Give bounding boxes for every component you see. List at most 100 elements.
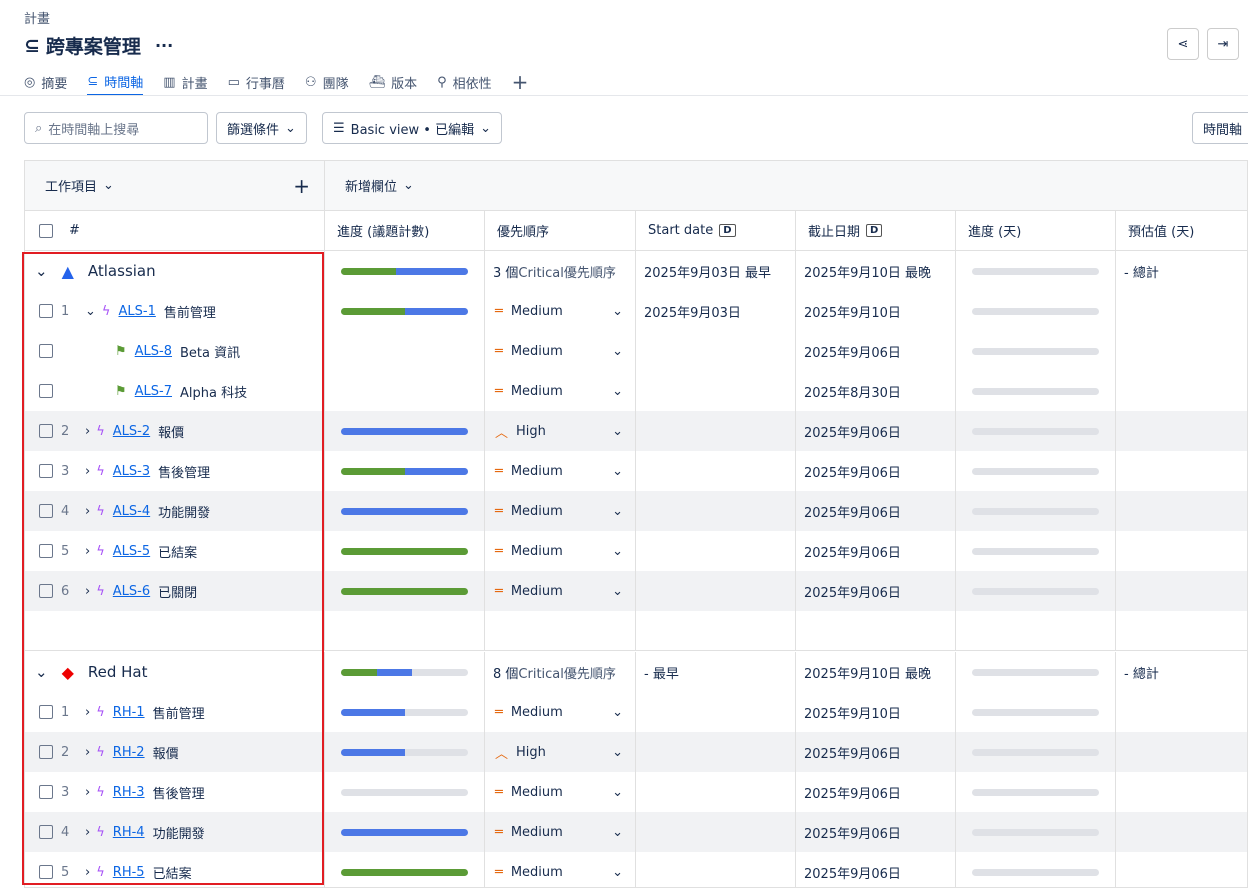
breadcrumb[interactable]: 計畫 — [24, 8, 50, 27]
chevron-down-icon: ⌄ — [480, 120, 491, 136]
tab-label: 相依性 — [452, 76, 492, 92]
priority-label: Medium — [510, 303, 563, 319]
tab-6[interactable]: ⚲ 相依性 — [437, 68, 492, 96]
progress-bar — [341, 868, 468, 876]
priority-select[interactable]: ═ Medium ⌄ — [485, 451, 636, 491]
priority-select[interactable]: ═ Medium ⌄ — [485, 852, 636, 887]
chevron-down-icon[interactable]: ⌄ — [612, 705, 623, 720]
chevron-down-icon[interactable]: ⌄ — [612, 825, 623, 840]
tab-label: 計畫 — [181, 76, 208, 92]
progress-bar — [341, 467, 468, 475]
priority-select[interactable]: ═ Medium ⌄ — [485, 571, 636, 611]
due-date: 2025年9月06日 — [804, 505, 901, 521]
timeline-button[interactable]: 時間軸 — [1192, 112, 1248, 144]
chevron-down-icon[interactable]: ⌄ — [612, 865, 623, 880]
days-progress-bar — [972, 788, 1099, 796]
search-input[interactable]: ⌕ 在時間軸上搜尋 — [24, 112, 208, 144]
priority-select[interactable]: ═ Medium ⌄ — [485, 812, 636, 852]
column-header[interactable]: 優先順序 — [485, 211, 636, 250]
chevron-down-icon[interactable]: ⌄ — [612, 745, 623, 760]
column-label: 預估值 (天) — [1128, 225, 1195, 240]
page-title: ⊆ 跨專案管理 ··· — [24, 32, 173, 59]
priority-select[interactable]: ═ Medium ⌄ — [485, 491, 636, 531]
column-header[interactable]: Start date D — [636, 211, 796, 250]
feedback-button[interactable]: ⇥ — [1207, 28, 1239, 60]
chevron-down-icon[interactable]: ⌄ — [612, 584, 623, 599]
tab-label: 版本 — [391, 76, 418, 92]
priority-medium-icon: ═ — [495, 543, 503, 559]
team-icon: ⚇ — [304, 74, 317, 90]
priority-select[interactable]: ═ Medium ⌄ — [485, 331, 636, 371]
share-button[interactable]: ⋖ — [1167, 28, 1199, 60]
chevron-down-icon: ⌄ — [285, 120, 296, 136]
days-progress-bar — [972, 587, 1099, 595]
column-header-row: # 進度 (議題計數) 優先順序 Start date D 截止日期 D 進度 (天) 預估值 … — [25, 211, 1247, 251]
progress-bar — [341, 507, 468, 515]
select-all-checkbox[interactable] — [39, 223, 53, 238]
column-header[interactable]: 預估值 (天) — [1116, 211, 1247, 250]
priority-select[interactable]: ═ Medium ⌄ — [485, 371, 636, 411]
chevron-down-icon[interactable]: ⌄ — [612, 544, 623, 559]
tab-2[interactable]: ▥ 計畫 — [163, 68, 207, 96]
days-progress-bar — [972, 307, 1099, 315]
chevron-down-icon[interactable]: ⌄ — [612, 464, 623, 479]
tab-1[interactable]: ⊆ 時間軸 — [87, 68, 144, 96]
due-date: 2025年9月06日 — [804, 465, 901, 481]
chevron-down-icon: ⌄ — [403, 178, 414, 193]
chevron-down-icon[interactable]: ⌄ — [612, 344, 623, 359]
tab-0[interactable]: ◎ 摘要 — [24, 68, 67, 96]
selection-highlight — [22, 252, 324, 885]
priority-select[interactable]: ═ Medium ⌄ — [485, 772, 636, 812]
progress-bar — [341, 828, 468, 836]
priority-label: Medium — [510, 503, 563, 519]
priority-select[interactable]: ═ Medium ⌄ — [485, 291, 636, 331]
chevron-down-icon[interactable]: ⌄ — [612, 424, 623, 439]
priority-medium-icon: ═ — [495, 343, 503, 359]
date-badge: D — [719, 224, 736, 237]
calendar-icon: ▭ — [227, 74, 240, 90]
due-date: 2025年9月10日 — [804, 305, 901, 321]
work-label: 工作項目 — [45, 180, 98, 195]
days-progress-bar — [972, 387, 1099, 395]
column-label: 截止日期 — [808, 225, 861, 240]
divider — [0, 95, 1248, 96]
days-progress-bar — [972, 668, 1099, 676]
timeline-icon: ⊆ — [87, 73, 99, 89]
tab-bar: ◎ 摘要 ⊆ 時間軸 ▥ 計畫 ▭ 行事曆 ⚇ 團隊 ⛴ 版本 ⚲ 相依性 + — [24, 68, 528, 96]
more-button[interactable]: ··· — [155, 36, 173, 55]
priority-select[interactable]: ═ Medium ⌄ — [485, 692, 636, 732]
view-button[interactable]: ☰ Basic view • 已編輯 ⌄ — [322, 112, 502, 144]
tab-4[interactable]: ⚇ 團隊 — [305, 68, 349, 96]
days-progress-bar — [972, 708, 1099, 716]
filter-button[interactable]: 篩選條件 ⌄ — [216, 112, 307, 144]
due-date: 2025年9月06日 — [804, 786, 901, 802]
priority-select[interactable]: ═ Medium ⌄ — [485, 531, 636, 571]
chevron-down-icon[interactable]: ⌄ — [612, 785, 623, 800]
add-tab-icon[interactable]: + — [512, 68, 529, 96]
priority-select[interactable]: ︿ High ⌄ — [485, 411, 636, 451]
column-header[interactable]: 進度 (天) — [956, 211, 1116, 250]
tab-3[interactable]: ▭ 行事曆 — [228, 68, 285, 96]
column-header[interactable]: 進度 (議題計數) — [325, 211, 485, 250]
due-date: 2025年9月06日 — [804, 866, 901, 882]
tab-label: 行事曆 — [245, 76, 285, 92]
add-field-button[interactable]: 新增欄位 ⌄ — [325, 161, 1225, 210]
work-items-header[interactable]: 工作項目 ⌄ + — [25, 161, 325, 210]
due-summary: 2025年9月10日 最晚 — [804, 265, 932, 281]
add-icon[interactable]: + — [293, 174, 310, 198]
add-field-label: 新增欄位 — [345, 180, 398, 195]
chevron-down-icon[interactable]: ⌄ — [612, 384, 623, 399]
chevron-down-icon[interactable]: ⌄ — [612, 504, 623, 519]
tab-5[interactable]: ⛴ 版本 — [369, 68, 418, 96]
estimate-summary: - 總計 — [1124, 265, 1159, 281]
search-icon: ⌕ — [35, 120, 43, 136]
issue-count: 3 個 — [493, 265, 519, 281]
days-progress-bar — [972, 828, 1099, 836]
priority-select[interactable]: ︿ High ⌄ — [485, 732, 636, 772]
column-header[interactable]: 截止日期 D — [796, 211, 956, 250]
due-date: 2025年9月06日 — [804, 585, 901, 601]
chevron-down-icon[interactable]: ⌄ — [612, 304, 623, 319]
priority-medium-icon: ═ — [495, 583, 503, 599]
progress-bar — [341, 547, 468, 555]
priority-label: Medium — [510, 543, 563, 559]
